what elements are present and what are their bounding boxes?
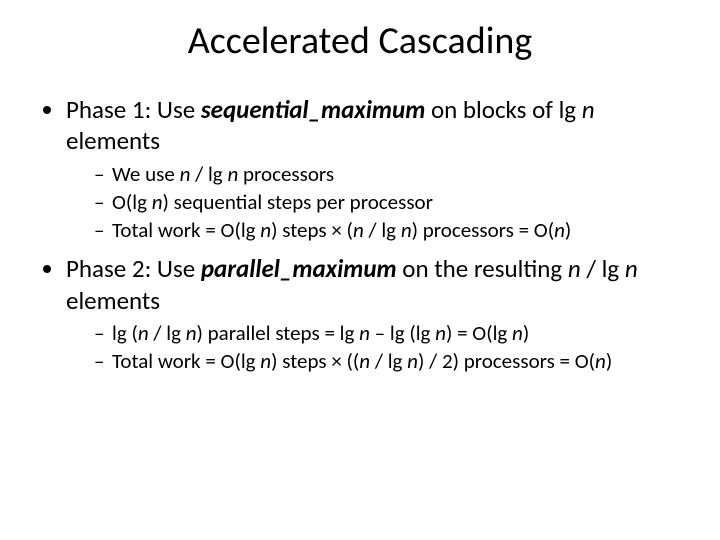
sub-item: O(lg n) sequential steps per processor: [94, 189, 690, 215]
bullet-phase2: Phase 2: Use parallel_maximum on the res…: [66, 253, 690, 374]
sub-item: Total work = O(lg n) steps × ((n / lg n)…: [94, 348, 690, 374]
sub-item: We use n / lg n processors: [94, 161, 690, 187]
sub-item: Total work = O(lg n) steps × (n / lg n) …: [94, 217, 690, 243]
sub-item: lg (n / lg n) parallel steps = lg n – lg…: [94, 320, 690, 346]
phase2-text: Phase 2: Use parallel_maximum on the res…: [66, 253, 638, 315]
phase1-text: Phase 1: Use sequential_maximum on block…: [66, 94, 595, 156]
bullet-phase1: Phase 1: Use sequential_maximum on block…: [66, 94, 690, 243]
slide-title: Accelerated Cascading: [30, 18, 690, 64]
slide: Accelerated Cascading Phase 1: Use seque…: [0, 0, 720, 540]
